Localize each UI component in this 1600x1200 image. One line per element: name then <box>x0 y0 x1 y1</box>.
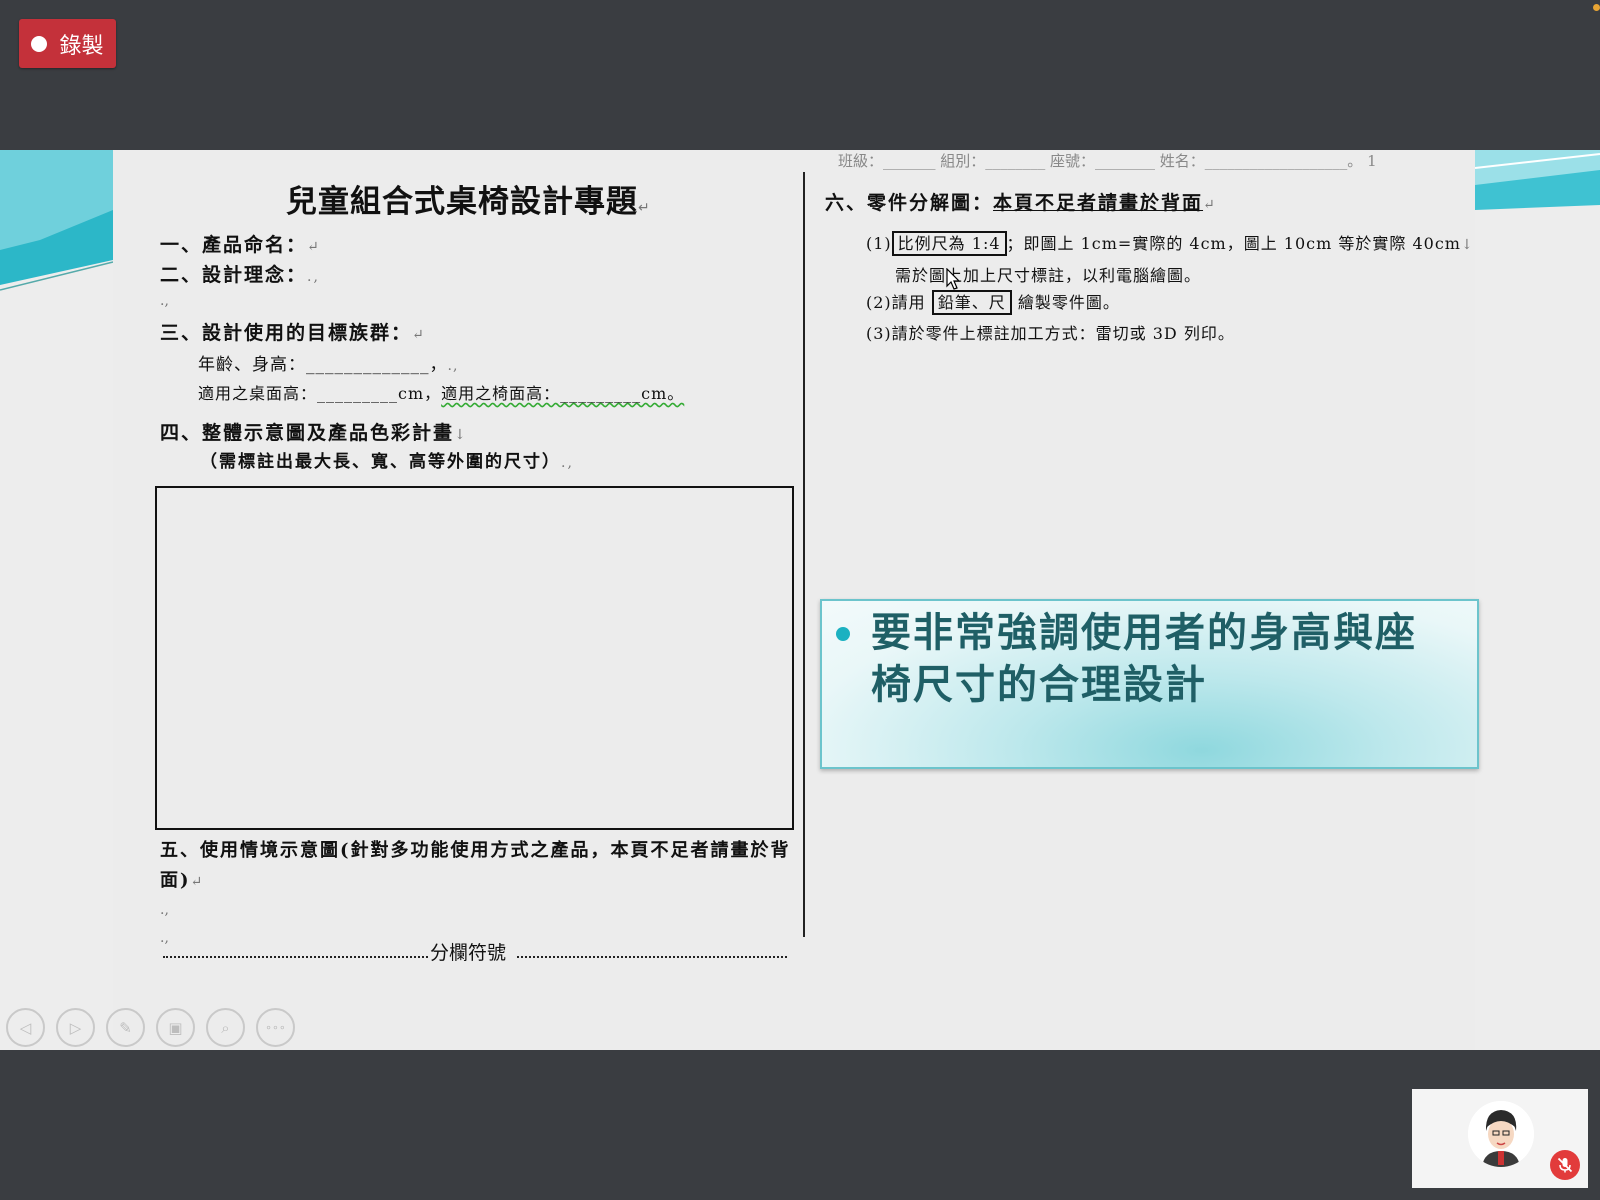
section-5-heading: 五、使用情境示意圖(針對多功能使用方式之產品，本頁不足者請畫於背面)↵ <box>160 840 791 891</box>
mouse-cursor-icon <box>946 268 960 290</box>
blank-paragraph-3: ., <box>160 930 169 946</box>
table-chair-height-line: 適用之桌面高：_________cm，適用之椅面高：_________cm。 <box>198 380 684 404</box>
record-dot-icon <box>31 35 48 52</box>
instruction-1-line-2-text: 需於圖上加上尺寸標註，以利電腦繪圖。 <box>895 266 1202 285</box>
section-4-heading: 四、整體示意圖及產品色彩計畫↓ <box>160 422 468 444</box>
record-button[interactable]: 錄製 <box>19 19 116 68</box>
instruction-1-rest: ；即圖上 1cm=實際的 4cm，圖上 10cm 等於實際 40cm <box>1006 234 1461 253</box>
more-glyph: ∘∘∘ <box>265 1021 286 1034</box>
age-height-line: 年齡、身高：_____________，., <box>198 355 459 375</box>
age-height-text: 年齡、身高：_____________， <box>198 355 448 375</box>
prev-glyph: ◁ <box>19 1018 32 1037</box>
column-break-dots-left <box>163 956 428 958</box>
section-4-note-text: （需標註出最大長、寬、高等外圍的尺寸） <box>200 452 561 472</box>
section-2-text: 二、設計理念： <box>160 264 308 286</box>
document-title: 兒童組合式桌椅設計專題↵ <box>286 184 651 220</box>
table-height-text: 適用之桌面高：_________cm， <box>198 384 442 403</box>
slides-icon[interactable]: ▣ <box>156 1008 195 1047</box>
bullet-icon <box>836 627 850 641</box>
zoom-glyph: ⌕ <box>221 1018 230 1037</box>
next-glyph: ▷ <box>69 1018 82 1037</box>
instruction-2-prefix: (2)請用 <box>866 293 926 312</box>
blank-paragraph: ., <box>160 293 169 309</box>
participant-video-tile[interactable] <box>1412 1089 1588 1188</box>
section-6-underlined: 本頁不足者請畫於背面 <box>993 192 1204 214</box>
zoom-icon[interactable]: ⌕ <box>206 1008 245 1047</box>
instruction-3: (3)請於零件上標註加工方式：雷切或 3D 列印。 <box>866 320 1235 344</box>
column-divider <box>803 172 805 937</box>
instruction-2: (2)請用 鉛筆、尺 繪製零件圖。 <box>866 289 1120 315</box>
pen-icon[interactable]: ✎ <box>106 1008 145 1047</box>
shared-slide: 班級：_______ 組別：________ 座號：________ 姓名：__… <box>0 150 1600 1050</box>
more-icon[interactable]: ∘∘∘ <box>256 1008 295 1047</box>
blank-paragraph-2: ., <box>160 902 169 918</box>
column-break-dots-right <box>517 956 787 958</box>
instruction-2-rest: 繪製零件圖。 <box>1017 293 1120 312</box>
section-1-heading: 一、產品命名：↵ <box>160 234 321 256</box>
column-break-label: 分欄符號 <box>430 942 507 964</box>
drawing-area-box <box>155 486 794 830</box>
presentation-toolbar: ◁ ▷ ✎ ▣ ⌕ ∘∘∘ <box>6 1008 295 1047</box>
slides-glyph: ▣ <box>168 1018 183 1037</box>
section-1-text: 一、產品命名： <box>160 234 308 256</box>
document-title-text: 兒童組合式桌椅設計專題 <box>286 184 638 220</box>
user-avatar <box>1468 1101 1534 1167</box>
section-3-heading: 三、設計使用的目標族群：↵ <box>160 322 426 344</box>
callout-text: 要非常強調使用者的身高與座椅尺寸的合理設計 <box>871 610 1417 708</box>
record-label: 錄製 <box>59 33 104 59</box>
instruction-1-line-2: 需於圖上加上尺寸標註，以利電腦繪圖。 <box>895 262 1201 286</box>
section-5-text: 五、使用情境示意圖(針對多功能使用方式之產品，本頁不足者請畫於背面) <box>160 840 791 891</box>
section-6-label: 六、零件分解圖： <box>825 192 994 214</box>
instruction-3-text: (3)請於零件上標註加工方式：雷切或 3D 列印。 <box>866 324 1235 343</box>
section-4-text: 四、整體示意圖及產品色彩計畫 <box>160 422 455 444</box>
chair-height-text: 適用之椅面高：_________cm。 <box>441 384 685 403</box>
pen-glyph: ✎ <box>119 1018 132 1037</box>
instruction-1: (1) 比例尺為 1:4 ；即圖上 1cm=實際的 4cm，圖上 10cm 等於實際… <box>866 230 1474 256</box>
pencil-ruler-box: 鉛筆、尺 <box>931 290 1012 315</box>
mic-off-icon[interactable] <box>1550 1150 1580 1180</box>
next-arrow-icon[interactable]: ▷ <box>56 1008 95 1047</box>
scale-box: 比例尺為 1:4 <box>891 231 1007 256</box>
emphasis-callout: 要非常強調使用者的身高與座椅尺寸的合理設計 <box>820 599 1479 769</box>
section-3-text: 三、設計使用的目標族群： <box>160 322 413 344</box>
header-fields: 班級：_______ 組別：________ 座號：________ 姓名：__… <box>838 152 1377 170</box>
prev-arrow-icon[interactable]: ◁ <box>6 1008 45 1047</box>
section-4-note: （需標註出最大長、寬、高等外圍的尺寸）., <box>200 452 574 472</box>
section-2-heading: 二、設計理念：., <box>160 264 320 286</box>
section-6-heading: 六、零件分解圖：本頁不足者請畫於背面↵ <box>825 192 1217 214</box>
status-indicator-dot <box>1593 4 1600 11</box>
instruction-1-prefix: (1) <box>866 234 892 253</box>
